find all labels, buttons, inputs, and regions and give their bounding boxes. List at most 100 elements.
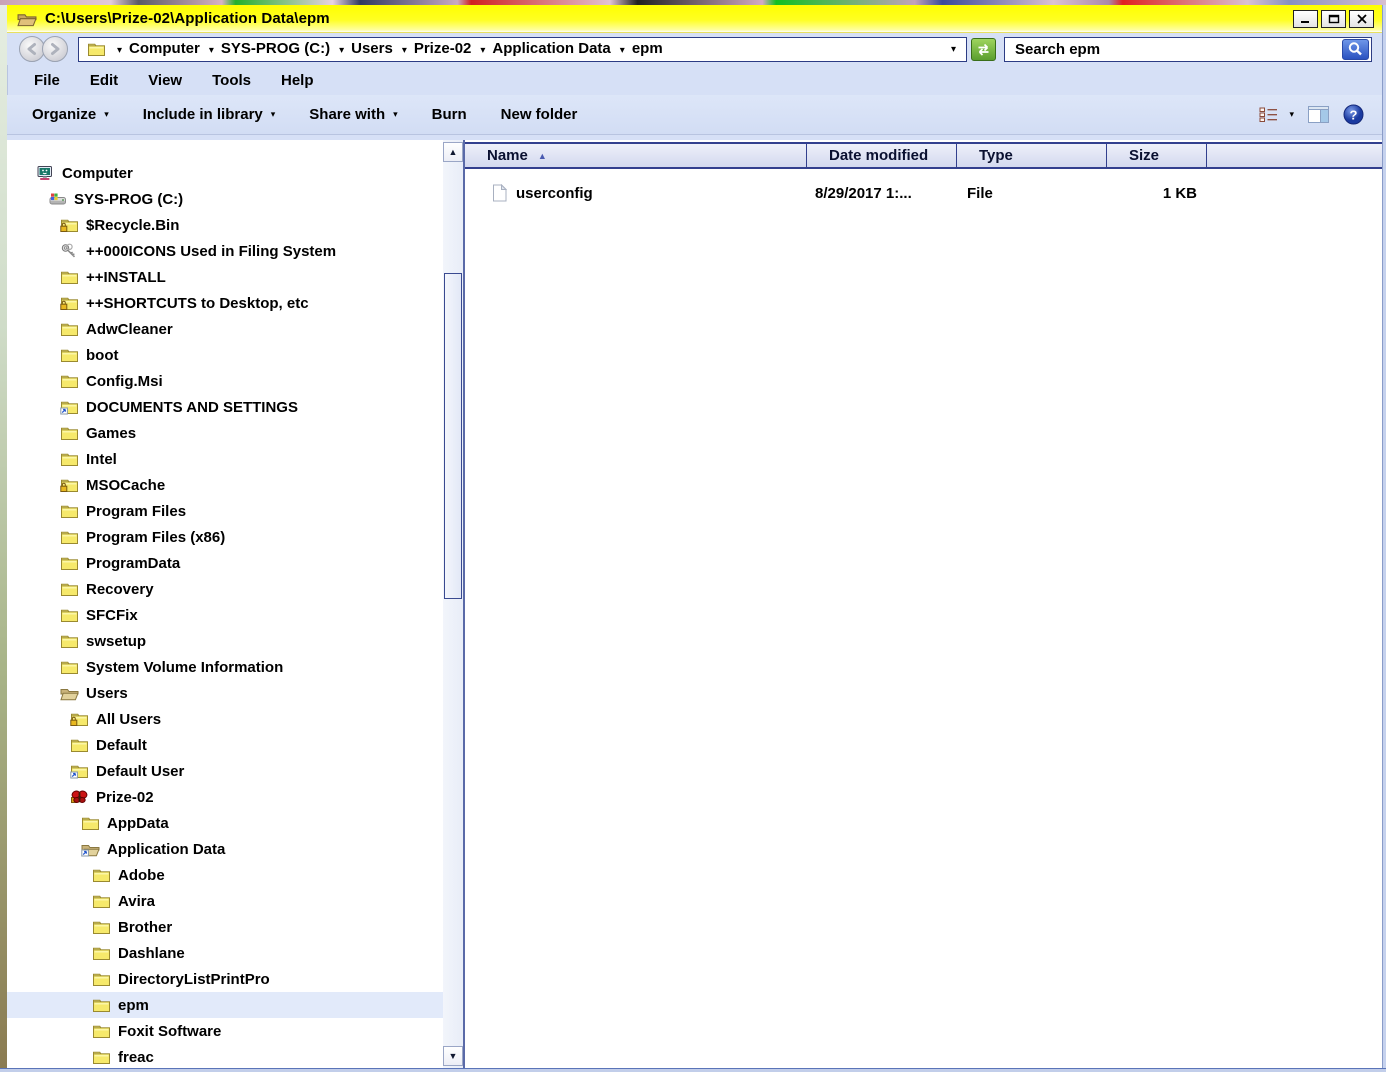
scroll-up-button[interactable]: ▲ [443,142,463,162]
butterfly-icon [69,789,89,805]
close-button[interactable] [1349,10,1374,28]
scrollbar-thumb[interactable] [444,273,462,599]
tree-item-recovery[interactable]: Recovery [7,576,443,602]
tree-item-install[interactable]: ++INSTALL [7,264,443,290]
tree-item-default[interactable]: Default [7,732,443,758]
breadcrumb-segment-users[interactable]: Users [351,40,393,57]
tree-item-label: Default User [96,763,184,780]
tree-item-label: SYS-PROG (C:) [74,191,183,208]
tree-item-label: ++INSTALL [86,269,166,286]
menu-view[interactable]: View [148,72,182,89]
tree-item-000icons-used-in-filing-system[interactable]: ++000ICONS Used in Filing System [7,238,443,264]
column-header-size[interactable]: Size [1107,144,1207,167]
breadcrumb-separator-icon[interactable]: ▾ [402,45,407,56]
column-header-type[interactable]: Type [957,144,1107,167]
breadcrumb-segment-epm[interactable]: epm [632,40,663,57]
folder-icon [59,451,79,467]
views-dropdown-icon[interactable]: ▾ [1289,109,1294,120]
breadcrumb-segment-prize-02[interactable]: Prize-02 [414,40,472,57]
views-button[interactable]: ▾ [1258,106,1294,123]
tree-item-computer[interactable]: Computer [7,160,443,186]
tree-item-label: epm [118,997,149,1014]
tree-item-prize-02[interactable]: Prize-02 [7,784,443,810]
tree-item-dashlane[interactable]: Dashlane [7,940,443,966]
folder-open-shortcut-icon [80,841,100,857]
breadcrumb-separator-icon[interactable]: ▾ [480,45,485,56]
tree-item-label: AppData [107,815,169,832]
preview-pane-button[interactable] [1308,106,1329,123]
toolbar-include-in-library-button[interactable]: Include in library▾ [143,106,276,123]
tree-item-adobe[interactable]: Adobe [7,862,443,888]
tree-item-program-files[interactable]: Program Files [7,498,443,524]
tree-item-recycle-bin[interactable]: $Recycle.Bin [7,212,443,238]
toolbar-organize-button[interactable]: Organize▾ [32,106,109,123]
tree-item-epm[interactable]: epm [7,992,443,1018]
folder-lock-icon [69,711,89,727]
maximize-button[interactable] [1321,10,1346,28]
toolbar-new-folder-button[interactable]: New folder [501,106,578,123]
tree-item-program-files-x86[interactable]: Program Files (x86) [7,524,443,550]
tree-item-directorylistprintpro[interactable]: DirectoryListPrintPro [7,966,443,992]
address-dropdown-icon[interactable]: ▾ [947,44,960,55]
breadcrumb-separator-icon[interactable]: ▾ [117,45,122,56]
sort-ascending-icon: ▲ [538,151,547,161]
tree-item-sys-prog-c[interactable]: SYS-PROG (C:) [7,186,443,212]
tree-item-sfcfix[interactable]: SFCFix [7,602,443,628]
folder-icon [59,503,79,519]
toolbar-burn-button[interactable]: Burn [432,106,467,123]
search-input[interactable] [1005,41,1342,58]
minimize-button[interactable] [1293,10,1318,28]
tree-item-users[interactable]: Users [7,680,443,706]
menu-help[interactable]: Help [281,72,314,89]
tree-item-intel[interactable]: Intel [7,446,443,472]
column-label: Type [979,147,1013,164]
menu-edit[interactable]: Edit [90,72,118,89]
tree-item-default-user[interactable]: Default User [7,758,443,784]
address-field[interactable]: ▾ Computer ▾ SYS-PROG (C:) ▾ Users ▾ Prize-02 ▾ A… [78,37,967,62]
tree-item-system-volume-information[interactable]: System Volume Information [7,654,443,680]
scroll-down-button[interactable]: ▼ [443,1046,463,1066]
tree-item-config-msi[interactable]: Config.Msi [7,368,443,394]
tree-item-avira[interactable]: Avira [7,888,443,914]
breadcrumb-segment-sys-prog-c[interactable]: SYS-PROG (C:) [221,40,330,57]
tree-item-swsetup[interactable]: swsetup [7,628,443,654]
toolbar-share-with-button[interactable]: Share with▾ [309,106,397,123]
tree-item-application-data[interactable]: Application Data [7,836,443,862]
tree-item-msocache[interactable]: MSOCache [7,472,443,498]
search-icon[interactable] [1342,39,1369,60]
tree-item-games[interactable]: Games [7,420,443,446]
column-header-name[interactable]: Name▲ [465,144,807,167]
tree-item-all-users[interactable]: All Users [7,706,443,732]
breadcrumb-separator-icon[interactable]: ▾ [339,45,344,56]
refresh-button[interactable] [971,38,996,61]
help-button[interactable]: ? [1343,104,1364,125]
tree-scrollbar[interactable]: ▲ ▼ [443,140,463,1068]
tree-item-label: Users [86,685,128,702]
tree-item-brother[interactable]: Brother [7,914,443,940]
breadcrumb-separator-icon[interactable]: ▾ [209,45,214,56]
menu-tools[interactable]: Tools [212,72,251,89]
tree-item-programdata[interactable]: ProgramData [7,550,443,576]
tree-item-label: Application Data [107,841,225,858]
folder-icon [91,971,111,987]
forward-button[interactable] [42,36,68,62]
tree-item-label: All Users [96,711,161,728]
folder-icon [59,269,79,285]
tree-item-documents-and-settings[interactable]: DOCUMENTS AND SETTINGS [7,394,443,420]
title-bar[interactable]: C:\Users\Prize-02\Application Data\epm [7,5,1382,33]
breadcrumb-segment-application-data[interactable]: Application Data [492,40,610,57]
tree-item-foxit-software[interactable]: Foxit Software [7,1018,443,1044]
breadcrumb-segment-computer[interactable]: Computer [129,40,200,57]
breadcrumb-separator-icon[interactable]: ▾ [620,45,625,56]
menu-file[interactable]: File [34,72,60,89]
tree-item-appdata[interactable]: AppData [7,810,443,836]
tree-item-label: Prize-02 [96,789,154,806]
file-icon [492,184,507,202]
tree-item-freac[interactable]: freac [7,1044,443,1068]
file-row-userconfig[interactable]: userconfig8/29/2017 1:...File1 KB [465,175,1382,211]
column-header-date-modified[interactable]: Date modified [807,144,957,167]
tree-item-shortcuts-to-desktop-etc[interactable]: ++SHORTCUTS to Desktop, etc [7,290,443,316]
tree-item-boot[interactable]: boot [7,342,443,368]
folder-icon [59,555,79,571]
tree-item-adwcleaner[interactable]: AdwCleaner [7,316,443,342]
